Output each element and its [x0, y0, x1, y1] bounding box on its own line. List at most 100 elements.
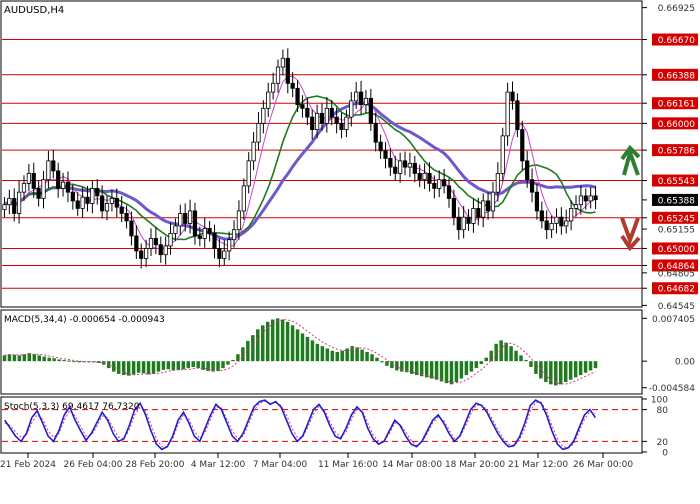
macd-bar — [42, 356, 46, 362]
candle-body — [12, 198, 17, 214]
candle-body — [461, 216, 466, 231]
macd-axis-labels: 0.007405 0.00 -0.004584 — [642, 315, 695, 394]
candle-body — [383, 150, 388, 159]
macd-bar — [216, 361, 220, 372]
chart-root: 0.66925 0.66670 0.66388 0.66161 0.66000 0.657… — [0, 0, 700, 500]
candle-body — [236, 210, 242, 231]
candle-body — [197, 235, 202, 239]
candle-body — [466, 216, 471, 224]
macd-bar — [330, 350, 335, 362]
macd-bar — [499, 340, 503, 362]
candle-body — [217, 248, 222, 259]
candle-body — [500, 135, 505, 174]
price-tick-label: 0.66388 — [658, 71, 695, 81]
macd-bar — [161, 361, 166, 370]
candle-body — [202, 228, 207, 239]
macd-bar — [256, 329, 260, 362]
macd-bar — [315, 343, 320, 362]
x-tick-label: 26 Mar 00:00 — [573, 460, 633, 470]
candle-body — [261, 107, 266, 124]
candle-body — [549, 223, 554, 231]
candle-body — [21, 182, 27, 193]
candle-body — [437, 179, 442, 189]
candle-body — [490, 191, 496, 212]
macd-bar — [454, 361, 459, 383]
macd-bar — [335, 351, 339, 362]
candle-body — [246, 160, 251, 187]
candle-body — [529, 179, 535, 193]
candle-body — [554, 216, 559, 224]
macd-bar — [22, 354, 27, 362]
macd-bar — [365, 351, 369, 362]
candle-body — [310, 116, 315, 131]
candle-body — [427, 172, 432, 184]
candle-body — [275, 66, 281, 84]
candle-body — [163, 245, 168, 256]
candle-body — [349, 100, 354, 118]
candle-body — [456, 216, 461, 231]
macd-bar — [236, 354, 240, 362]
macd-bar — [474, 361, 479, 369]
candle-body — [393, 166, 398, 174]
candle-body — [241, 185, 246, 212]
candle-body — [153, 238, 158, 246]
macd-bar — [459, 361, 464, 379]
candle-body — [481, 200, 486, 218]
candle-body — [90, 188, 95, 204]
x-tick-label: 21 Feb 2024 — [0, 460, 56, 470]
candle-body — [7, 198, 12, 206]
stoch-title: Stoch(5,3,3) 69.4617 76.7320 — [4, 402, 140, 412]
candle-body — [104, 203, 110, 212]
macd-bar — [221, 361, 225, 369]
macd-bar — [131, 361, 136, 375]
candle-body — [173, 225, 178, 234]
macd-bar — [37, 355, 41, 362]
macd-bar — [67, 360, 71, 362]
macd-bar — [355, 347, 359, 362]
candle-body — [368, 97, 373, 124]
candle-body — [46, 160, 51, 181]
macd-bar — [146, 361, 151, 375]
macd-bar — [116, 361, 121, 374]
macd-tick-label: 0.00 — [675, 358, 695, 368]
candle-body — [36, 188, 41, 199]
macd-bar — [191, 361, 195, 367]
price-tick-label: 0.64545 — [658, 302, 695, 312]
macd-bar — [126, 361, 131, 376]
macd-bar — [270, 319, 275, 362]
macd-bar — [489, 350, 493, 362]
macd-bar — [12, 354, 17, 362]
candle-body — [534, 191, 540, 212]
macd-bar — [568, 361, 573, 380]
candle-body — [148, 238, 154, 249]
macd-bar — [251, 335, 255, 362]
candle-body — [280, 57, 286, 68]
candle-body — [417, 172, 422, 181]
candle-body — [495, 172, 500, 193]
macd-bar — [385, 361, 389, 366]
stoch-axis-labels: 10080 200 — [642, 396, 668, 459]
macd-bar — [509, 346, 513, 362]
macd-bar — [325, 348, 330, 362]
candle-body — [271, 82, 276, 93]
macd-tick-label: -0.004584 — [649, 384, 695, 394]
macd-bar — [593, 361, 598, 369]
macd-bar — [310, 340, 315, 362]
candle-body — [505, 91, 510, 137]
price-axis-labels: 0.66925 0.66670 0.66388 0.66161 0.66000 0.657… — [642, 4, 698, 312]
price-tick-label: 0.66670 — [658, 36, 695, 46]
macd-bar — [514, 350, 518, 362]
macd-bar — [400, 361, 404, 372]
candle-body — [588, 195, 593, 202]
candle-body — [266, 91, 271, 109]
x-tick-label: 11 Mar 16:00 — [318, 460, 378, 470]
candle-body — [26, 172, 31, 184]
macd-bar — [390, 361, 394, 369]
macd-bar — [136, 361, 141, 373]
candle-body — [314, 112, 320, 131]
candle-body — [354, 91, 359, 102]
candle-body — [144, 248, 149, 259]
stoch-tick-label: 80 — [657, 406, 669, 416]
macd-bar — [439, 361, 444, 382]
candle-body — [134, 235, 139, 252]
